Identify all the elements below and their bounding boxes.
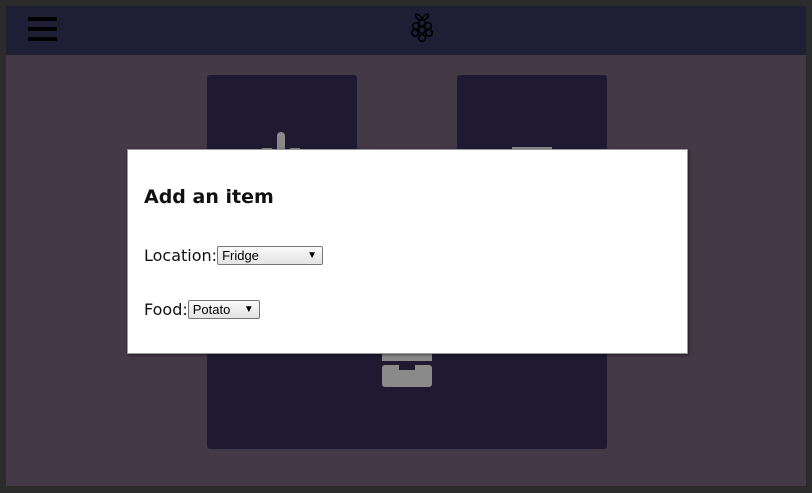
- food-select[interactable]: Potato ▼: [187, 300, 260, 319]
- food-label: Food:: [144, 300, 188, 319]
- food-row: Food: Potato ▼: [144, 300, 260, 319]
- top-bar: [6, 6, 806, 55]
- food-select-value: Potato: [192, 302, 231, 317]
- dropdown-arrow-icon: ▼: [243, 304, 254, 315]
- raspberry-pi-logo-icon[interactable]: [408, 11, 436, 45]
- location-row: Location: Fridge ▼: [144, 246, 324, 265]
- dialog-title: Add an item: [144, 186, 274, 208]
- drawer-icon: [382, 352, 432, 387]
- location-label: Location:: [144, 246, 218, 265]
- app-frame: Add an item Location: Fridge ▼ Food: Pot…: [6, 6, 806, 486]
- location-select[interactable]: Fridge ▼: [217, 246, 324, 265]
- location-select-value: Fridge: [222, 248, 259, 263]
- dropdown-arrow-icon: ▼: [307, 250, 318, 261]
- hamburger-menu-icon[interactable]: [28, 17, 58, 43]
- add-item-dialog: Add an item Location: Fridge ▼ Food: Pot…: [127, 149, 688, 354]
